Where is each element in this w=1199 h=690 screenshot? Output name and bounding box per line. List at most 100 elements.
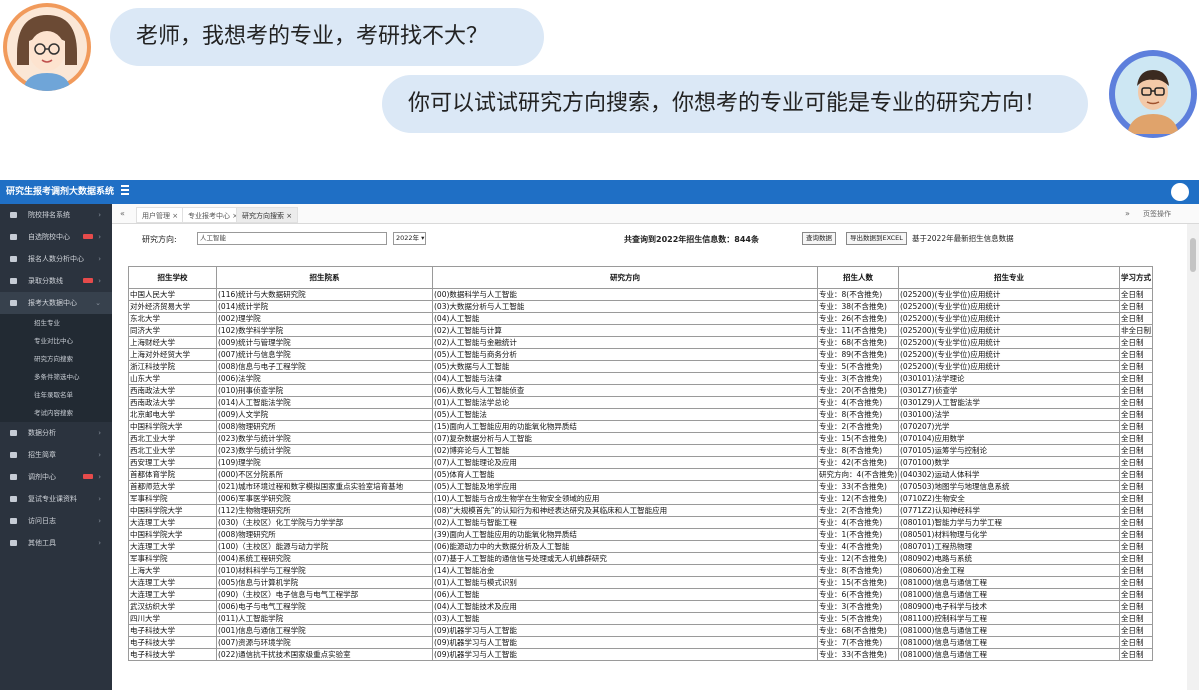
tab-scroll-left-icon[interactable]: « bbox=[120, 206, 125, 222]
table-cell: (080600)冶金工程 bbox=[898, 564, 1120, 577]
table-cell: (01)人工智能法学总论 bbox=[432, 396, 818, 409]
table-row[interactable]: 中国科学院大学 (112)生物物理研究所 (08)“大规模首先”的认知行为和神经表达… bbox=[128, 504, 1153, 517]
tab-options-button[interactable]: 页签操作 bbox=[1143, 206, 1171, 222]
sidebar-item-items-3[interactable]: 录取分数线 › bbox=[0, 270, 112, 292]
tab-1[interactable]: 专业报考中心 × bbox=[182, 207, 245, 223]
sidebar-item-items_after-1[interactable]: 招生简章 › bbox=[0, 444, 112, 466]
table-row[interactable]: 大连理工大学 (005)信息与计算机学院 (01)人工智能与模式识别 专业：15(不含… bbox=[128, 576, 1153, 589]
sidebar-item-items-0[interactable]: 院校排名系统 › bbox=[0, 204, 112, 226]
table-cell: (05)人工智能及地学应用 bbox=[432, 480, 818, 493]
column-header[interactable]: 招生专业 bbox=[898, 266, 1120, 289]
column-header[interactable]: 研究方向 bbox=[432, 266, 818, 289]
close-icon[interactable]: × bbox=[284, 212, 292, 220]
table-row[interactable]: 四川大学 (011)人工智能学院 (03)人工智能 专业：5(不含推免) (081100… bbox=[128, 612, 1153, 625]
student-avatar-icon bbox=[7, 7, 87, 91]
table-row[interactable]: 西北工业大学 (023)数学与统计学院 (07)复杂数据分析与人工智能 专业：15(不… bbox=[128, 432, 1153, 445]
scrollbar-thumb[interactable] bbox=[1190, 238, 1196, 272]
table-cell: (05)体育人工智能 bbox=[432, 468, 818, 481]
table-cell: 山东大学 bbox=[128, 372, 217, 385]
app-window: 研究生报考调剂大数据系统 院校排名系统 › 自选院校中心 › 报名人数分析中心 › 录取分数… bbox=[0, 180, 1199, 690]
sidebar-item-items_after-4[interactable]: 访问日志 › bbox=[0, 510, 112, 532]
column-header[interactable]: 招生院系 bbox=[216, 266, 433, 289]
table-cell: 专业：12(不含推免) bbox=[817, 492, 899, 505]
table-row[interactable]: 军事科学院 (006)军事医学研究院 (10)人工智能与合成生物学在生物安全领域的应… bbox=[128, 492, 1153, 505]
table-cell: 西安理工大学 bbox=[128, 456, 217, 469]
teacher-avatar bbox=[1109, 50, 1197, 138]
vertical-scrollbar[interactable] bbox=[1187, 224, 1199, 690]
table-row[interactable]: 对外经济贸易大学 (014)统计学院 (03)大数据分析与人工智能 专业：38(不含推… bbox=[128, 300, 1153, 313]
table-row[interactable]: 武汉纺织大学 (006)电子与电气工程学院 (04)人工智能技术及应用 专业：3(不含… bbox=[128, 600, 1153, 613]
chevron-right-icon: › bbox=[98, 255, 101, 263]
table-row[interactable]: 大连理工大学 (090)（主校区）电子信息与电气工程学部 (06)人工智能 专业：6(… bbox=[128, 588, 1153, 601]
table-row[interactable]: 山东大学 (006)法学院 (04)人工智能与法律 专业：3(不含推免) (030101… bbox=[128, 372, 1153, 385]
table-cell: (025200)(专业学位)应用统计 bbox=[898, 336, 1120, 349]
tab-2[interactable]: 研究方向搜索 × bbox=[236, 207, 299, 223]
table-row[interactable]: 上海对外经贸大学 (007)统计与信息学院 (05)人工智能与商务分析 专业：89(不… bbox=[128, 348, 1153, 361]
table-cell: (06)人数化与人工智能侦查 bbox=[432, 384, 818, 397]
table-row[interactable]: 浙江科技学院 (008)信息与电子工程学院 (05)大数据与人工智能 专业：5(不含推… bbox=[128, 360, 1153, 373]
table-cell: 电子科技大学 bbox=[128, 648, 217, 661]
chevron-right-icon: › bbox=[98, 473, 101, 481]
sidebar-subitem-3[interactable]: 多条件筛选中心 bbox=[0, 368, 112, 386]
sidebar-item-items_after-3[interactable]: 复试专业课资料 › bbox=[0, 488, 112, 510]
query-button[interactable]: 查询数据 bbox=[802, 232, 836, 245]
sidebar-item-items_after-0[interactable]: 数据分析 › bbox=[0, 422, 112, 444]
sidebar-item-items_after-2[interactable]: 调剂中心 › bbox=[0, 466, 112, 488]
table-row[interactable]: 上海大学 (010)材料科学与工程学院 (14)人工智能冶金 专业：8(不含推免) (0… bbox=[128, 564, 1153, 577]
table-row[interactable]: 大连理工大学 (030)（主校区）化工学院与力学学部 (02)人工智能与智能工程 专业… bbox=[128, 516, 1153, 529]
sidebar-subitem-1[interactable]: 专业对比中心 bbox=[0, 332, 112, 350]
table-row[interactable]: 西北工业大学 (023)数学与统计学院 (02)博弈论与人工智能 专业：8(不含推免)… bbox=[128, 444, 1153, 457]
sidebar-subitem-2[interactable]: 研究方向搜索 bbox=[0, 350, 112, 368]
column-header[interactable]: 学习方式 bbox=[1119, 266, 1153, 289]
table-row[interactable]: 西南政法大学 (014)人工智能法学院 (01)人工智能法学总论 专业：4(不含推免)… bbox=[128, 396, 1153, 409]
table-row[interactable]: 电子科技大学 (001)信息与通信工程学院 (09)机器学习与人工智能 专业：68(不… bbox=[128, 624, 1153, 637]
user-avatar-icon[interactable] bbox=[1171, 183, 1189, 201]
table-cell: 专业：68(不含推免) bbox=[817, 336, 899, 349]
table-cell: (09)机器学习与人工智能 bbox=[432, 648, 818, 661]
app-title: 研究生报考调剂大数据系统 bbox=[6, 187, 115, 197]
table-row[interactable]: 中国科学院大学 (008)物理研究所 (39)面向人工智能应用的功能氧化物异质结 专业… bbox=[128, 528, 1153, 541]
table-row[interactable]: 电子科技大学 (022)通信抗干扰技术国家级重点实验室 (09)机器学习与人工智能专… bbox=[128, 648, 1153, 661]
table-row[interactable]: 军事科学院 (004)系统工程研究院 (07)基于人工智能的通信信号处理或无人机蜂群… bbox=[128, 552, 1153, 565]
table-cell: 专业：2(不含推免) bbox=[817, 420, 899, 433]
sidebar-item-items-4[interactable]: 报考大数据中心 ⌄ bbox=[0, 292, 112, 314]
column-header[interactable]: 招生学校 bbox=[128, 266, 217, 289]
table-row[interactable]: 西安理工大学 (109)理学院 (07)人工智能理论及应用 专业：42(不含推免) (0… bbox=[128, 456, 1153, 469]
menu-toggle-icon[interactable] bbox=[121, 185, 129, 195]
table-row[interactable]: 中国科学院大学 (008)物理研究所 (15)面向人工智能应用的功能氧化物异质结 专业… bbox=[128, 420, 1153, 433]
table-row[interactable]: 首都体育学院 (000)不区分院系所 (05)体育人工智能 研究方向：4(不含推免)(… bbox=[128, 468, 1153, 481]
table-row[interactable]: 电子科技大学 (007)资源与环境学院 (09)机器学习与人工智能 专业：7(不含推免… bbox=[128, 636, 1153, 649]
year-select[interactable]: 2022年 ▾ bbox=[393, 232, 426, 245]
table-row[interactable]: 西南政法大学 (010)刑事侦查学院 (06)人数化与人工智能侦查 专业：20(不含推… bbox=[128, 384, 1153, 397]
column-header[interactable]: 招生人数 bbox=[817, 266, 899, 289]
sidebar-subitem-5[interactable]: 考试内容搜索 bbox=[0, 404, 112, 422]
sidebar-subitem-4[interactable]: 往年录取名单 bbox=[0, 386, 112, 404]
tab-0[interactable]: 用户管理 × bbox=[136, 207, 185, 223]
sidebar-item-items_after-5[interactable]: 其他工具 › bbox=[0, 532, 112, 554]
table-row[interactable]: 大连理工大学 (100)（主校区）能源与动力学院 (06)能源动力中的大数据分析及人… bbox=[128, 540, 1153, 553]
sidebar-item-items-1[interactable]: 自选院校中心 › bbox=[0, 226, 112, 248]
table-cell: 专业：4(不含推免) bbox=[817, 396, 899, 409]
table-cell: 全日制 bbox=[1119, 540, 1153, 553]
export-excel-button[interactable]: 导出数据到EXCEL bbox=[846, 232, 907, 245]
table-row[interactable]: 中国人民大学 (116)统计与大数据研究院 (00)数据科学与人工智能 专业：8(不含… bbox=[128, 288, 1153, 301]
table-cell: 全日制 bbox=[1119, 312, 1153, 325]
tab-label: 研究方向搜索 bbox=[242, 212, 284, 220]
sidebar-subitem-0[interactable]: 招生专业 bbox=[0, 314, 112, 332]
table-cell: 全日制 bbox=[1119, 588, 1153, 601]
table-row[interactable]: 同济大学 (102)数学科学学院 (02)人工智能与计算 专业：11(不含推免) (02… bbox=[128, 324, 1153, 337]
tab-scroll-right-icon[interactable]: » bbox=[1125, 206, 1130, 222]
table-cell: 全日制 bbox=[1119, 576, 1153, 589]
table-row[interactable]: 首都师范大学 (021)城市环境过程和数字模拟国家重点实验室培育基地 (05)人工智… bbox=[128, 480, 1153, 493]
table-row[interactable]: 上海财经大学 (009)统计与管理学院 (02)人工智能与金融统计 专业：68(不含推… bbox=[128, 336, 1153, 349]
table-cell: 专业：11(不含推免) bbox=[817, 324, 899, 337]
table-cell: 全日制 bbox=[1119, 492, 1153, 505]
table-row[interactable]: 北京邮电大学 (009)人文学院 (05)人工智能法 专业：8(不含推免) (03010… bbox=[128, 408, 1153, 421]
direction-input[interactable]: 人工智能 bbox=[197, 232, 387, 245]
close-icon[interactable]: × bbox=[170, 212, 178, 220]
sidebar-item-items-2[interactable]: 报名人数分析中心 › bbox=[0, 248, 112, 270]
table-row[interactable]: 东北大学 (002)理学院 (04)人工智能 专业：26(不含推免) (025200)(… bbox=[128, 312, 1153, 325]
table-cell: (081100)控制科学与工程 bbox=[898, 612, 1120, 625]
table-cell: (009)统计与管理学院 bbox=[216, 336, 433, 349]
table-cell: 专业：15(不含推免) bbox=[817, 432, 899, 445]
